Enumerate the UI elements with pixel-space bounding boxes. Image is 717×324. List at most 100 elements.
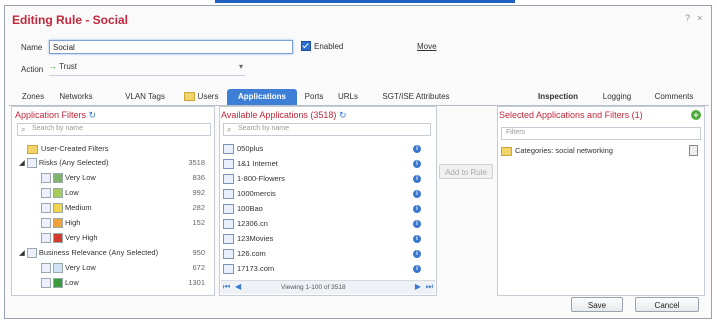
application-icon: [223, 264, 234, 275]
application-icon: [223, 219, 234, 230]
tab-users[interactable]: Users: [179, 89, 223, 105]
app-label: 1-800-Flowers: [237, 174, 285, 183]
checkbox-icon: [41, 233, 51, 244]
refresh-icon[interactable]: ↻: [339, 110, 347, 120]
risk-low-icon: [53, 188, 63, 199]
app-label: 100Bao: [237, 204, 263, 213]
app-list-item[interactable]: 1000mercis: [223, 189, 276, 200]
action-select[interactable]: → Trust ▾: [49, 62, 245, 76]
applications-search-input[interactable]: ⌕ Search by name: [223, 123, 431, 136]
trust-arrow-icon: →: [49, 62, 57, 71]
filter-risks[interactable]: ◢ Risks (Any Selected): [19, 158, 109, 169]
application-icon: [223, 204, 234, 215]
filter-relevance-very-low[interactable]: Very Low: [41, 263, 96, 274]
users-folder-icon: [183, 92, 195, 102]
filter-count: 3518: [188, 158, 205, 167]
tab-vlan-tags[interactable]: VLAN Tags: [121, 89, 169, 105]
search-icon: ⌕: [21, 125, 26, 134]
refresh-icon[interactable]: ↻: [89, 110, 97, 120]
filter-risk-low[interactable]: Low: [41, 188, 79, 199]
info-icon[interactable]: i: [413, 220, 421, 228]
app-list-item[interactable]: 050plus: [223, 144, 263, 155]
filter-risk-very-high[interactable]: Very High: [41, 233, 98, 244]
folder-icon: [501, 146, 512, 156]
checkbox-icon: [41, 173, 51, 184]
filter-label: Risks (Any Selected): [38, 158, 109, 167]
filter-business-relevance[interactable]: ◢ Business Relevance (Any Selected): [19, 248, 159, 259]
application-filters-title-text: Application Filters: [15, 110, 87, 120]
filter-count: 950: [192, 248, 205, 257]
app-list-item[interactable]: 100Bao: [223, 204, 263, 215]
info-icon[interactable]: i: [413, 190, 421, 198]
tab-ports[interactable]: Ports: [301, 89, 327, 105]
search-icon: ⌕: [227, 125, 232, 134]
cancel-button[interactable]: Cancel: [635, 297, 699, 312]
enabled-checkbox[interactable]: [301, 41, 311, 51]
filter-risk-very-low[interactable]: Very Low: [41, 173, 96, 184]
filters-search-input[interactable]: ⌕ Search by name: [17, 123, 211, 136]
tab-sgt-ise-attributes[interactable]: SGT/ISE Attributes: [369, 89, 463, 105]
info-icon[interactable]: i: [413, 175, 421, 183]
name-input[interactable]: Social: [49, 40, 293, 54]
add-icon[interactable]: +: [691, 110, 701, 120]
delete-icon[interactable]: [689, 145, 698, 156]
selected-item-label: Categories: social networking: [515, 146, 613, 155]
add-to-rule-button[interactable]: Add to Rule: [439, 164, 493, 179]
pager-bar: ⏮ ◀ Viewing 1-100 of 3518 ▶ ⏭: [221, 280, 435, 294]
app-label: 126.com: [237, 249, 266, 258]
tab-applications[interactable]: Applications: [227, 89, 297, 105]
pager-text: Viewing 1-100 of 3518: [281, 284, 346, 291]
enabled-label: Enabled: [314, 42, 344, 51]
top-accent-bar: [215, 0, 515, 3]
app-list-item[interactable]: 12306.cn: [223, 219, 268, 230]
last-page-icon[interactable]: ⏭: [426, 282, 433, 292]
app-list-item[interactable]: 126.com: [223, 249, 266, 260]
dialog-title: Editing Rule - Social: [12, 13, 129, 27]
collapse-icon: ◢: [19, 158, 25, 167]
filter-count: 672: [192, 263, 205, 272]
move-link[interactable]: Move: [417, 42, 437, 51]
app-list-item[interactable]: 1&1 Internet: [223, 159, 278, 170]
tab-logging[interactable]: Logging: [597, 89, 637, 105]
info-icon[interactable]: i: [413, 145, 421, 153]
filter-count: 1301: [188, 278, 205, 287]
filter-label: Medium: [65, 203, 92, 212]
tab-urls[interactable]: URLs: [335, 89, 361, 105]
available-applications-title-text: Available Applications (3518): [221, 110, 337, 120]
tab-comments[interactable]: Comments: [649, 89, 699, 105]
risks-icon: [26, 158, 37, 169]
next-page-icon[interactable]: ▶: [415, 282, 421, 291]
filter-user-created[interactable]: User-Created Filters: [27, 144, 109, 154]
filter-label: Very High: [65, 233, 98, 242]
filter-label: Business Relevance (Any Selected): [38, 248, 159, 257]
info-icon[interactable]: i: [413, 250, 421, 258]
close-icon[interactable]: ×: [697, 13, 702, 23]
tab-networks[interactable]: Networks: [53, 89, 99, 105]
help-icon[interactable]: ?: [685, 13, 690, 23]
filter-relevance-low[interactable]: Low: [41, 278, 79, 289]
info-icon[interactable]: i: [413, 160, 421, 168]
prev-page-icon[interactable]: ◀: [235, 282, 241, 291]
info-icon[interactable]: i: [413, 265, 421, 273]
filter-count: 282: [192, 203, 205, 212]
info-icon[interactable]: i: [413, 235, 421, 243]
save-button[interactable]: Save: [571, 297, 623, 312]
checkbox-icon: [41, 263, 51, 274]
filter-risk-medium[interactable]: Medium: [41, 203, 92, 214]
selected-filters-input[interactable]: Filters: [501, 127, 701, 140]
info-icon[interactable]: i: [413, 205, 421, 213]
filter-label: Very Low: [65, 263, 96, 272]
tab-zones[interactable]: Zones: [17, 89, 49, 105]
app-list-item[interactable]: 17173.com: [223, 264, 274, 275]
risk-very-high-icon: [53, 233, 63, 244]
filter-risk-high[interactable]: High: [41, 218, 81, 229]
selected-item[interactable]: Categories: social networking: [501, 146, 613, 156]
business-relevance-icon: [26, 248, 37, 259]
first-page-icon[interactable]: ⏮: [223, 282, 230, 292]
app-list-item[interactable]: 1-800-Flowers: [223, 174, 285, 185]
filter-count: 992: [192, 188, 205, 197]
tab-inspection[interactable]: Inspection: [533, 89, 583, 105]
filter-label: High: [65, 218, 81, 227]
action-label: Action: [21, 65, 44, 74]
app-list-item[interactable]: 123Movies: [223, 234, 273, 245]
